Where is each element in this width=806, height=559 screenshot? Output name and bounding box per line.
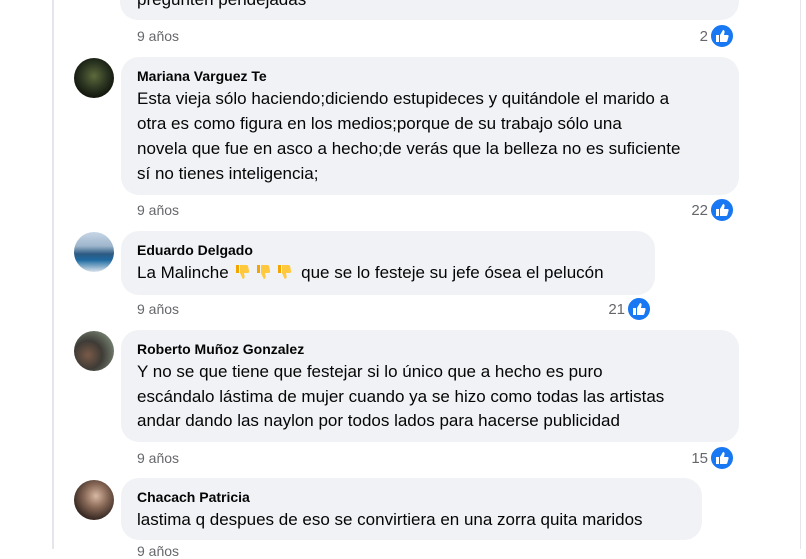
like-reaction-icon[interactable] <box>709 445 735 471</box>
like-count[interactable]: 2 <box>680 28 708 45</box>
comment-time-link[interactable]: 9 años <box>137 202 179 218</box>
like-reaction-icon[interactable] <box>709 23 735 49</box>
comment-text-line: Esta vieja sólo haciendo;diciendo estupi… <box>137 89 670 108</box>
comment-text-line: andar dando las naylon por todos lados p… <box>137 411 620 430</box>
comment-text-line: otra es como figura en los medios;porque… <box>137 114 622 133</box>
comment-text-line: La Malinche que se lo festeje su jefe ós… <box>137 263 604 283</box>
comment-text-line: lastima q despues de eso se convirtiera … <box>137 510 643 529</box>
like-count[interactable]: 15 <box>680 450 708 467</box>
comment-text-line: Y no se que tiene que festejar si lo úni… <box>137 362 603 381</box>
comment-author-link[interactable]: Eduardo Delgado <box>137 242 253 258</box>
comment-time-link[interactable]: 9 años <box>137 301 179 317</box>
comment-time-link[interactable]: 9 años <box>137 543 179 559</box>
thumbs-down-emoji-icon <box>233 263 301 282</box>
thread-line <box>52 0 54 549</box>
comment-text: pregunten pendejadas <box>137 0 306 10</box>
comment-text-line: novela que fue en asco a hecho;de verás … <box>137 139 681 158</box>
avatar[interactable] <box>74 58 114 98</box>
like-count[interactable]: 22 <box>680 202 708 219</box>
comment-text-after: que se lo festeje su jefe ósea el pelucó… <box>301 263 604 282</box>
comment-text-before: La Malinche <box>137 263 229 282</box>
comment-author-link[interactable]: Mariana Varguez Te <box>137 68 267 84</box>
comment-author-link[interactable]: Roberto Muñoz Gonzalez <box>137 341 304 357</box>
comment-author-link[interactable]: Chacach Patricia <box>137 489 250 505</box>
avatar[interactable] <box>74 331 114 371</box>
scroll-edge <box>800 0 801 549</box>
comment-text-line: escándalo lástima de mujer cuando ya se … <box>137 387 665 406</box>
like-reaction-icon[interactable] <box>709 197 735 223</box>
comment-text-line: sí no tienes inteligencia; <box>137 164 319 183</box>
like-count[interactable]: 21 <box>597 301 625 318</box>
avatar[interactable] <box>74 232 114 272</box>
comment-time-link[interactable]: 9 años <box>137 450 179 466</box>
like-reaction-icon[interactable] <box>626 296 652 322</box>
comment-time-link[interactable]: 9 años <box>137 28 179 44</box>
comment-bubble <box>121 478 702 540</box>
avatar[interactable] <box>74 480 114 520</box>
